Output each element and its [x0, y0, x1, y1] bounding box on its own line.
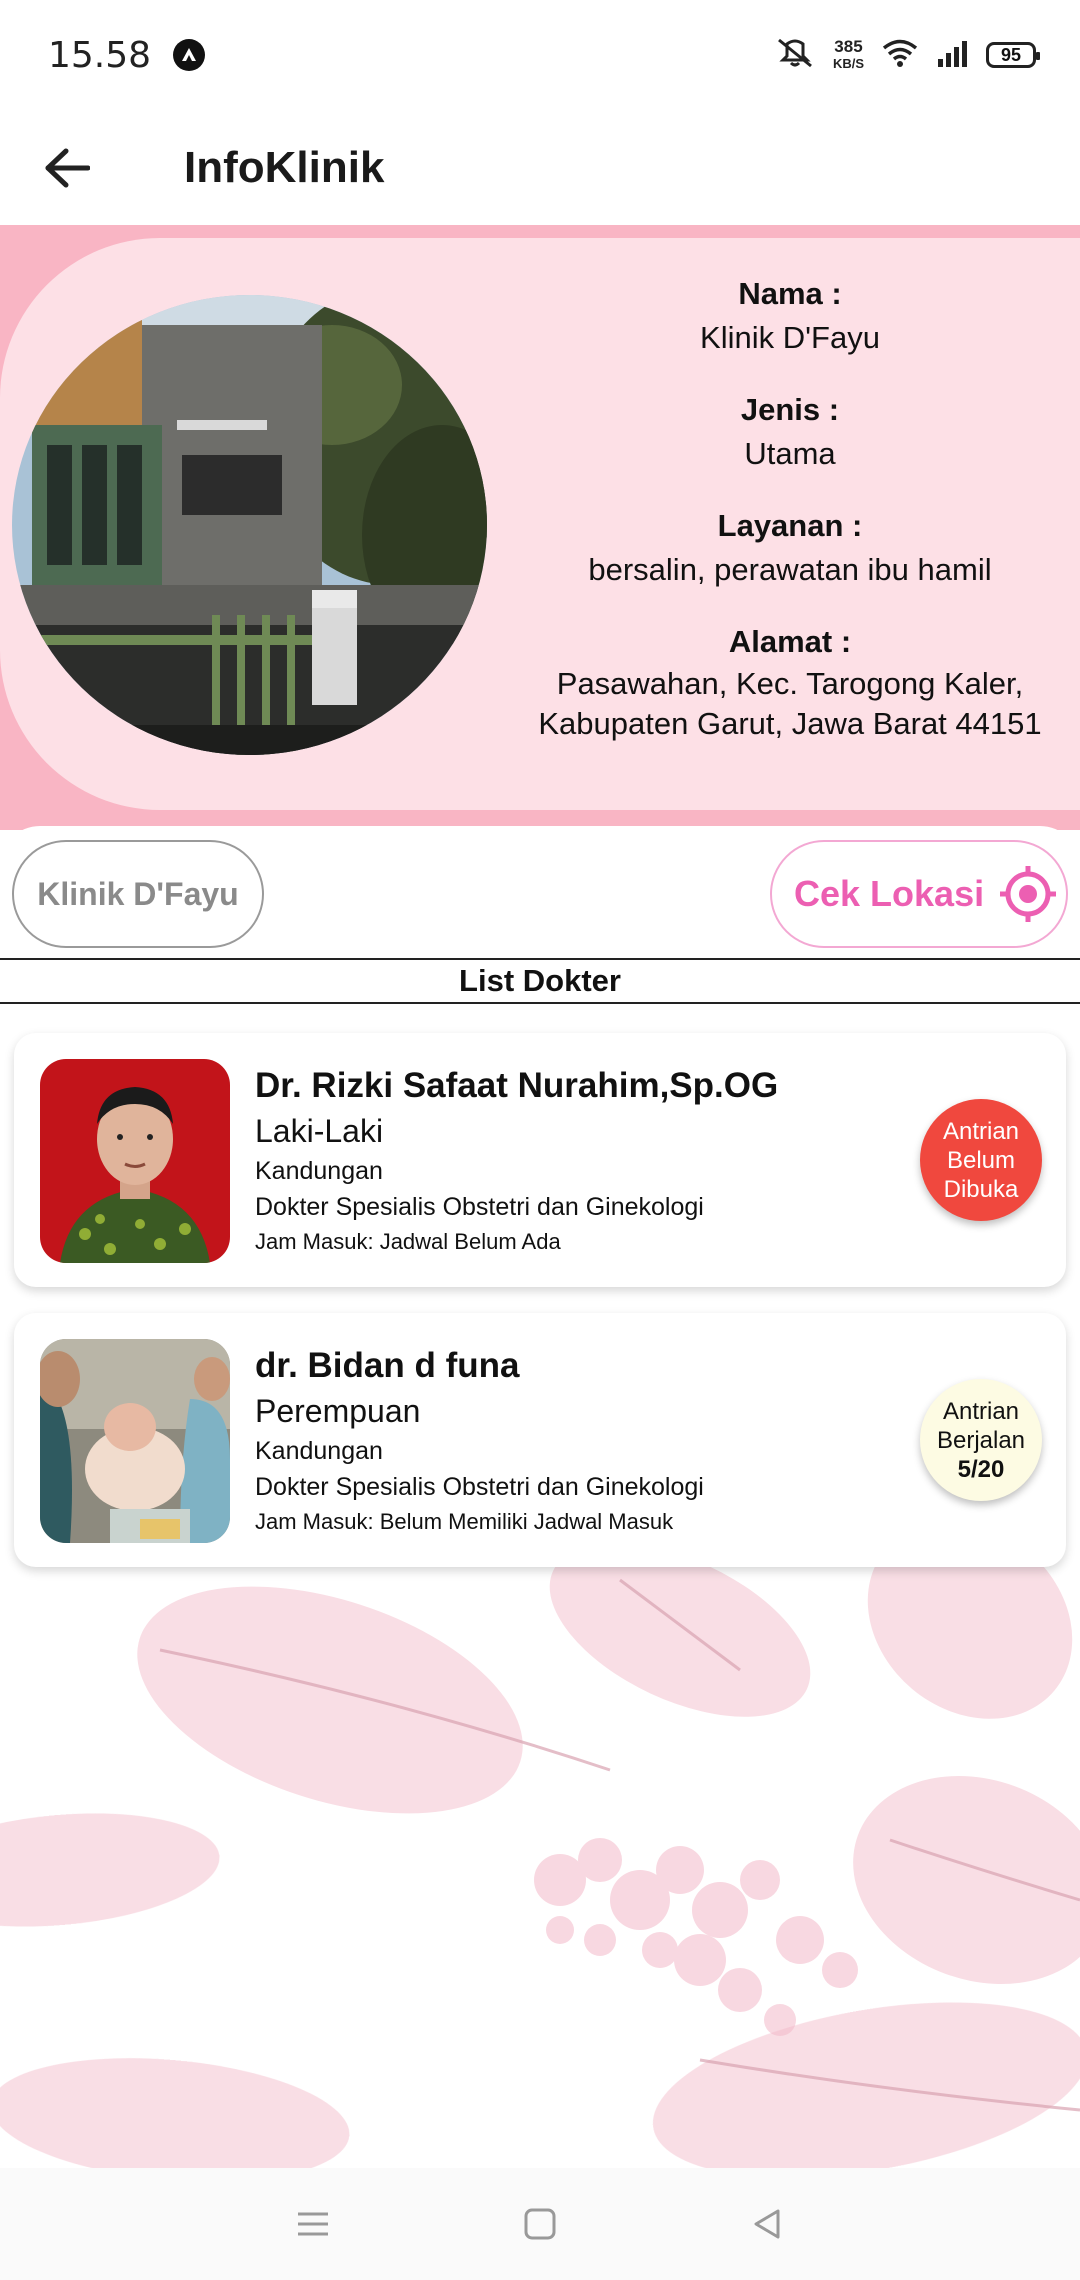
system-nav-bar	[0, 2168, 1080, 2280]
check-location-button[interactable]: Cek Lokasi	[770, 840, 1068, 948]
doctor-gender: Laki-Laki	[255, 1113, 384, 1149]
queue-status-badge: Antrian Belum Dibuka	[920, 1099, 1042, 1221]
clinic-info-fields: Nama : Klinik D'Fayu Jenis : Utama Layan…	[490, 272, 1080, 772]
queue-status-line: Berjalan	[936, 1426, 1026, 1454]
doctor-card[interactable]: Dr. Rizki Safaat Nurahim,Sp.OG Laki-Laki…	[14, 1033, 1066, 1287]
check-location-label: Cek Lokasi	[794, 873, 985, 914]
home-square-icon[interactable]	[510, 2194, 570, 2254]
doctor-hours: Jam Masuk: Belum Memiliki Jadwal Masuk	[255, 1509, 674, 1534]
app-bar: InfoKlinik	[0, 110, 1080, 225]
doctor-photo	[40, 1339, 230, 1543]
doctor-list-header: List Dokter	[0, 958, 1080, 1004]
doctor-hours: Jam Masuk: Jadwal Belum Ada	[255, 1229, 561, 1254]
field-label-layanan: Layanan :	[717, 508, 863, 543]
field-label-jenis: Jenis :	[740, 392, 840, 427]
doctor-details: Dr. Rizki Safaat Nurahim,Sp.OG Laki-Laki…	[255, 1063, 778, 1259]
field-jenis: Jenis : Utama	[490, 388, 1080, 476]
doctor-department: Kandungan	[255, 1437, 383, 1465]
menu-icon[interactable]	[283, 2194, 343, 2254]
field-alamat: Alamat : Pasawahan, Kec. Tarogong Kaler,…	[490, 620, 1080, 744]
doctor-details: dr. Bidan d funa Perempuan Kandungan Dok…	[255, 1343, 704, 1539]
doctor-photo	[40, 1059, 230, 1263]
field-label-alamat: Alamat :	[728, 624, 852, 659]
field-layanan: Layanan : bersalin, perawatan ibu hamil	[490, 504, 1080, 592]
field-nama: Nama : Klinik D'Fayu	[490, 272, 1080, 360]
doctor-name: dr. Bidan d funa	[255, 1346, 520, 1385]
queue-status-line: Dibuka	[943, 1175, 1019, 1203]
field-value-alamat: Pasawahan, Kec. Tarogong Kaler, Kabupate…	[538, 666, 1042, 741]
arrow-left-icon	[45, 148, 90, 187]
queue-count: 5/20	[957, 1455, 1005, 1483]
queue-status-badge: Antrian Berjalan 5/20	[920, 1379, 1042, 1501]
clinic-photo	[12, 295, 487, 755]
page-title: InfoKlinik	[184, 142, 385, 192]
network-speed: 385 KB/S	[832, 37, 864, 71]
signal-icon	[936, 39, 968, 72]
field-value-jenis: Utama	[744, 436, 836, 471]
back-button[interactable]	[22, 123, 112, 213]
doctor-specialty: Dokter Spesialis Obstetri dan Ginekologi	[255, 1473, 704, 1501]
location-target-icon	[1000, 866, 1057, 922]
doctor-card[interactable]: dr. Bidan d funa Perempuan Kandungan Dok…	[14, 1313, 1066, 1567]
back-triangle-icon[interactable]	[737, 2194, 797, 2254]
field-label-nama: Nama :	[738, 276, 842, 311]
notification-app-icon	[173, 39, 206, 71]
doctor-gender: Perempuan	[255, 1393, 421, 1429]
field-value-layanan: bersalin, perawatan ibu hamil	[588, 552, 992, 587]
vibrate-icon	[775, 38, 815, 73]
battery-icon: 95	[986, 42, 1040, 68]
status-bar: 15.58 385 KB/S 95	[0, 0, 1080, 110]
field-value-nama: Klinik D'Fayu	[700, 320, 880, 355]
doctor-department: Kandungan	[255, 1157, 383, 1185]
clinic-name-chip[interactable]: Klinik D'Fayu	[12, 840, 264, 948]
doctor-name: Dr. Rizki Safaat Nurahim,Sp.OG	[255, 1066, 779, 1105]
queue-status-line: Antrian	[942, 1117, 1020, 1145]
queue-status-line: Belum	[946, 1146, 1016, 1174]
queue-status-line: Antrian	[942, 1397, 1020, 1425]
doctor-specialty: Dokter Spesialis Obstetri dan Ginekologi	[255, 1193, 704, 1221]
wifi-icon	[882, 39, 918, 72]
status-time: 15.58	[48, 34, 152, 76]
